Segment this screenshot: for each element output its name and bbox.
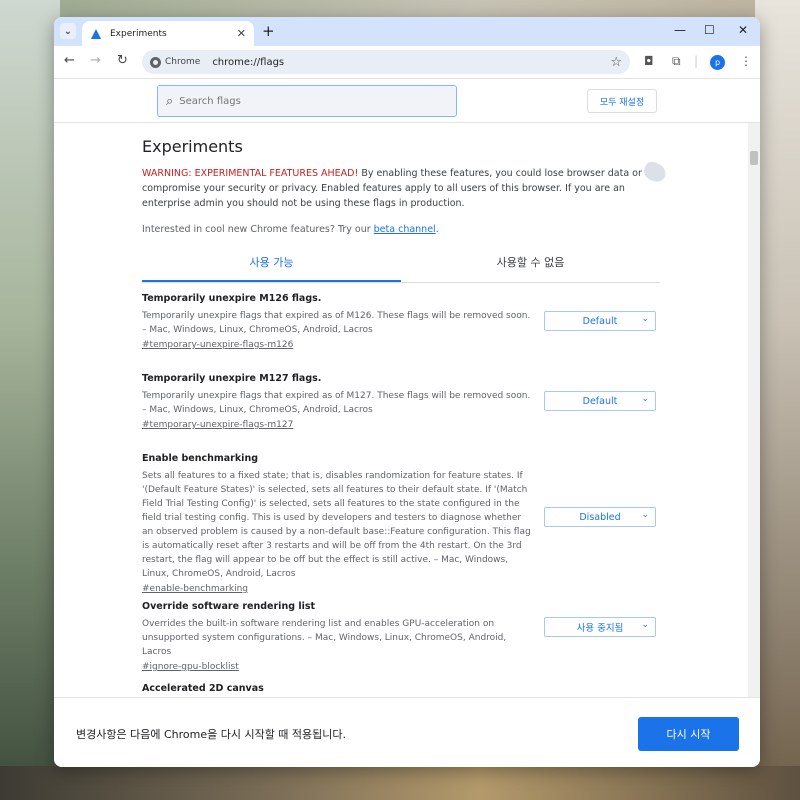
flag-item: Temporarily unexpire M126 flags. Tempora… <box>142 283 660 363</box>
beta-note-suffix: . <box>435 224 439 235</box>
maximize-icon[interactable]: ☐ <box>704 23 715 37</box>
tab-available[interactable]: 사용 가능 <box>142 249 401 282</box>
flags-page: ⌕ 모두 재설정 Experiments WARNING: EXPERIMENT… <box>54 79 760 697</box>
beta-channel-note: Interested in cool new Chrome features? … <box>142 224 660 235</box>
tab-strip: ⌄ Experiments ✕ + — ☐ ✕ <box>54 17 760 46</box>
flask-icon <box>90 28 102 40</box>
profile-avatar[interactable]: p <box>710 55 725 70</box>
restart-bar: 변경사항은 다음에 Chrome을 다시 시작할 때 적용됩니다. 다시 시작 <box>54 697 760 767</box>
beta-note-text: Interested in cool new Chrome features? … <box>142 224 374 235</box>
extensions-icon[interactable]: ⧉ <box>672 54 681 69</box>
flag-link[interactable]: #temporary-unexpire-flags-m127 <box>142 418 660 432</box>
flag-select-value: 사용 중지됨 <box>576 623 624 634</box>
tab-experiments[interactable]: Experiments ✕ <box>82 21 254 46</box>
flag-description: Sets all features to a fixed state; that… <box>142 471 531 579</box>
beta-channel-link[interactable]: beta channel <box>374 224 436 235</box>
flag-description: Overrides the built-in software renderin… <box>142 619 507 657</box>
forward-icon[interactable]: → <box>90 53 101 68</box>
background-bottom <box>0 766 800 800</box>
camera-icon[interactable]: ◘ <box>644 54 654 68</box>
chrome-icon <box>150 56 161 68</box>
flag-select[interactable]: 사용 중지됨 ⌄ <box>544 617 656 637</box>
url-text[interactable]: chrome://flags <box>212 57 610 68</box>
flag-name: Temporarily unexpire M127 flags. <box>142 373 322 384</box>
background-left <box>0 0 60 800</box>
flag-select[interactable]: Disabled ⌄ <box>544 507 656 527</box>
scrollbar-thumb[interactable] <box>750 151 758 165</box>
background-right <box>755 0 800 800</box>
search-box[interactable]: ⌕ <box>157 85 457 117</box>
divider: | <box>694 54 699 68</box>
scrollbar[interactable] <box>748 123 760 697</box>
minimize-icon[interactable]: — <box>674 23 686 37</box>
flag-item: Enable benchmarking Sets all features to… <box>142 443 660 594</box>
flags-search-header: ⌕ 모두 재설정 <box>54 79 760 123</box>
flag-name: Temporarily unexpire M126 flags. <box>142 293 322 304</box>
warning-prefix: WARNING: EXPERIMENTAL FEATURES AHEAD! <box>142 168 359 179</box>
flag-select[interactable]: Default ⌄ <box>544 391 656 411</box>
tab-search-button[interactable]: ⌄ <box>60 23 76 39</box>
menu-icon[interactable]: ⋮ <box>740 54 752 68</box>
flag-description: Temporarily unexpire flags that expired … <box>142 391 531 415</box>
address-bar[interactable]: Chrome chrome://flags ☆ <box>142 50 630 74</box>
search-icon: ⌕ <box>166 93 174 109</box>
warning-text: WARNING: EXPERIMENTAL FEATURES AHEAD! By… <box>142 166 660 211</box>
flag-select-value: Disabled <box>579 511 621 523</box>
flag-link[interactable]: #temporary-unexpire-flags-m126 <box>142 338 660 352</box>
flags-tabs: 사용 가능 사용할 수 없음 <box>142 249 660 283</box>
close-window-icon[interactable]: ✕ <box>738 23 748 37</box>
tab-unavailable[interactable]: 사용할 수 없음 <box>401 249 660 282</box>
tab-close-icon[interactable]: ✕ <box>237 27 246 40</box>
restart-message: 변경사항은 다음에 Chrome을 다시 시작할 때 적용됩니다. <box>76 728 347 741</box>
flag-select-value: Default <box>582 395 618 407</box>
bookmark-star-icon[interactable]: ☆ <box>610 55 622 70</box>
chevron-down-icon: ⌄ <box>641 394 649 404</box>
chevron-down-icon: ⌄ <box>641 620 649 630</box>
flag-link[interactable]: #ignore-gpu-blocklist <box>142 660 660 674</box>
flag-name: Accelerated 2D canvas <box>142 683 264 694</box>
flag-select[interactable]: Default ⌄ <box>544 311 656 331</box>
page-title: Experiments <box>142 137 243 156</box>
browser-window: ⌄ Experiments ✕ + — ☐ ✕ ← → ↻ Chrome chr… <box>54 17 760 767</box>
reload-icon[interactable]: ↻ <box>117 53 128 68</box>
tab-title: Experiments <box>110 28 167 39</box>
flag-name: Enable benchmarking <box>142 453 259 464</box>
chip-label: Chrome <box>165 57 201 67</box>
flag-item: Accelerated 2D canvas <box>142 673 660 697</box>
restart-button[interactable]: 다시 시작 <box>638 717 739 751</box>
browser-toolbar: ← → ↻ Chrome chrome://flags ☆ ◘ ⧉ | p ⋮ <box>54 46 760 79</box>
back-icon[interactable]: ← <box>64 53 75 68</box>
chevron-down-icon: ⌄ <box>63 25 73 37</box>
flag-item: Temporarily unexpire M127 flags. Tempora… <box>142 363 660 443</box>
site-info-chip[interactable]: Chrome <box>150 56 201 68</box>
chevron-down-icon: ⌄ <box>641 510 649 520</box>
flag-name: Override software rendering list <box>142 601 316 612</box>
chevron-down-icon: ⌄ <box>641 314 649 324</box>
flag-item: Override software rendering list Overrid… <box>142 591 660 673</box>
new-tab-button[interactable]: + <box>262 22 275 40</box>
flag-description: Temporarily unexpire flags that expired … <box>142 311 531 335</box>
reset-all-button[interactable]: 모두 재설정 <box>587 89 657 113</box>
flag-select-value: Default <box>582 315 618 327</box>
search-input[interactable] <box>179 95 448 107</box>
flags-content: Experiments WARNING: EXPERIMENTAL FEATUR… <box>142 123 660 697</box>
